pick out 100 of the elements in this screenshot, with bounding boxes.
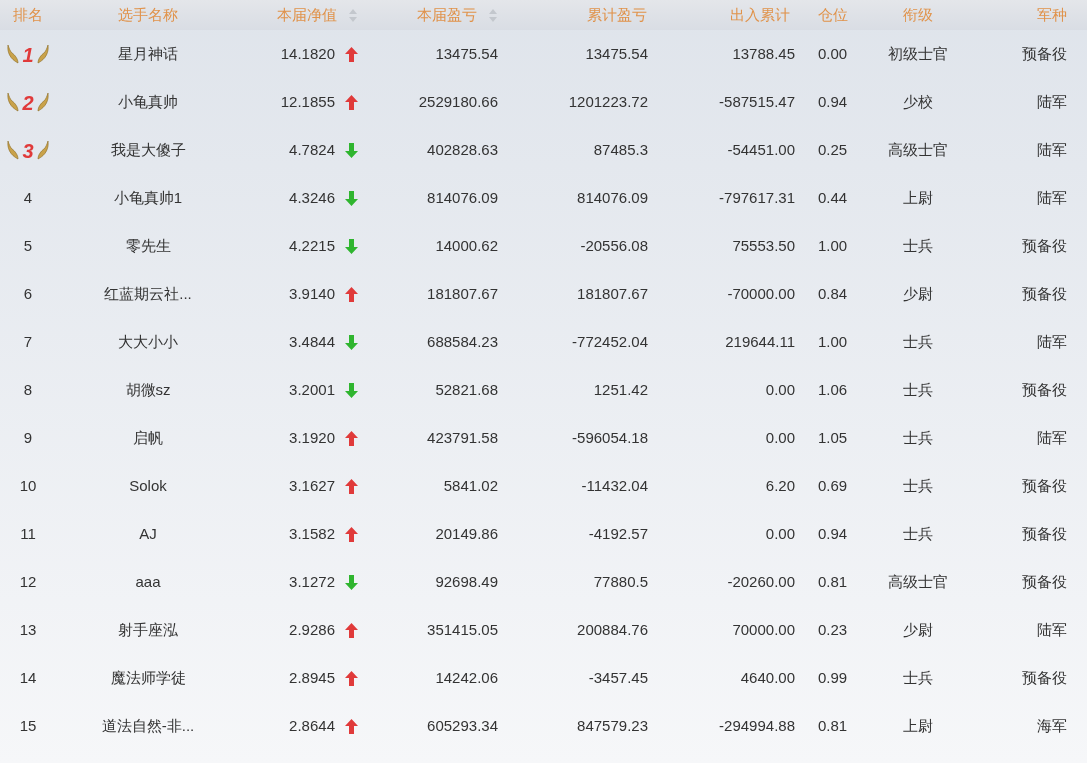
player-name[interactable]: 星月神话 <box>118 42 178 66</box>
rank-number: 13 <box>19 619 37 640</box>
table-cell-text: 0.84 <box>817 283 848 304</box>
table-cell-text: 688584.23 <box>427 331 498 352</box>
table-cell-text: 1.05 <box>817 427 848 448</box>
player-name[interactable]: aaa <box>135 570 161 594</box>
table-cell-text: -587515.47 <box>719 91 795 112</box>
player-name[interactable]: 小龟真帅1 <box>113 186 183 210</box>
table-cell-text: 预备役 <box>1022 283 1067 304</box>
wing-icon <box>35 139 50 161</box>
player-name[interactable]: 启帆 <box>133 426 163 450</box>
player-name[interactable]: 魔法师学徒 <box>110 666 186 690</box>
table-cell-text: 0.81 <box>817 571 848 592</box>
table-cell-text: 219644.11 <box>725 331 795 352</box>
table-cell-text: 预备役 <box>1022 475 1067 496</box>
table-cell-text: 1251.42 <box>593 379 648 400</box>
table-cell-text: 陆军 <box>1037 331 1067 352</box>
rank-number: 11 <box>20 523 36 544</box>
table-cell-text: -797617.31 <box>719 187 795 208</box>
table-cell-text: 士兵 <box>902 331 933 352</box>
rank-number: 5 <box>23 235 33 256</box>
player-name[interactable]: 道法自然-非... <box>101 714 195 738</box>
table-cell-text: -54451.00 <box>727 139 795 160</box>
table-cell-text: -772452.04 <box>572 331 648 352</box>
wing-icon <box>6 43 21 65</box>
wing-icon <box>6 91 21 113</box>
table-cell-text: 上尉 <box>902 715 933 736</box>
rank-number: 10 <box>19 475 37 496</box>
table-cell-text: 847579.23 <box>577 715 648 736</box>
table-cell-text: 陆军 <box>1037 427 1067 448</box>
table-cell-text: 预备役 <box>1022 379 1067 400</box>
table-cell-text: 0.81 <box>817 715 848 736</box>
table-cell-text: 181807.67 <box>427 283 498 304</box>
table-cell-text: 6.20 <box>765 475 795 496</box>
column-header: 排名 <box>13 4 43 25</box>
table-cell-text: 3.2001 <box>289 379 335 400</box>
table-cell-text: 士兵 <box>902 523 933 544</box>
player-name[interactable]: Solok <box>129 474 167 498</box>
table-cell-text: 0.23 <box>817 619 848 640</box>
player-name[interactable]: 小龟真帅 <box>118 90 178 114</box>
table-cell-text: -11432.04 <box>581 475 648 496</box>
table-cell-text: 海军 <box>1037 715 1067 736</box>
table-cell-text: 预备役 <box>1022 43 1067 64</box>
wing-icon <box>35 43 50 65</box>
rank-number: 7 <box>23 331 33 352</box>
rank-number: 12 <box>19 571 37 592</box>
table-cell-text: -20260.00 <box>727 571 795 592</box>
table-cell-text: 高级士官 <box>887 571 948 592</box>
rank-number: 9 <box>23 427 33 448</box>
player-name[interactable]: 射手座泓 <box>118 618 178 642</box>
rank-number: 4 <box>23 187 33 208</box>
table-cell-text: 上尉 <box>902 187 933 208</box>
table-cell-text: 3.1920 <box>289 427 335 448</box>
table-cell-text: 3.1272 <box>289 571 335 592</box>
table-cell-text: 1.00 <box>817 331 848 352</box>
player-name[interactable]: 胡微sz <box>125 378 171 402</box>
table-cell-text: -596054.18 <box>572 427 648 448</box>
table-cell-text: 423791.58 <box>427 427 498 448</box>
table-cell-text: 20149.86 <box>435 523 498 544</box>
column-header: 军种 <box>1037 4 1067 25</box>
table-cell-text: 4.3246 <box>289 187 335 208</box>
table-cell-text: 0.94 <box>817 91 848 112</box>
table-cell-text: 13475.54 <box>435 43 498 64</box>
wing-icon <box>6 139 21 161</box>
table-cell-text: 14.1820 <box>280 43 335 64</box>
table-cell-text: 士兵 <box>902 427 933 448</box>
sort-icon[interactable] <box>349 8 357 22</box>
rank-number: 8 <box>23 379 33 400</box>
table-cell-text: 3.9140 <box>289 283 335 304</box>
table-cell-text: 0.94 <box>817 523 848 544</box>
table-cell-text: 3.4844 <box>289 331 335 352</box>
table-cell-text: 402828.63 <box>427 139 498 160</box>
rank-medal: 2 <box>6 91 50 113</box>
player-name[interactable]: AJ <box>139 522 157 546</box>
table-cell-text: 75553.50 <box>732 235 795 256</box>
table-cell-text: 预备役 <box>1022 571 1067 592</box>
table-cell-text: 351415.05 <box>427 619 498 640</box>
player-name[interactable]: 大大小小 <box>118 330 178 354</box>
table-cell-text: 200884.76 <box>577 619 648 640</box>
table-cell-text: 14242.06 <box>435 667 498 688</box>
table-cell-text: 1.06 <box>817 379 848 400</box>
column-header: 衔级 <box>902 4 933 25</box>
table-cell-text: -3457.45 <box>588 667 648 688</box>
table-cell-text: 14000.62 <box>435 235 498 256</box>
sort-icon[interactable] <box>489 8 497 22</box>
table-cell-text: 1.00 <box>817 235 848 256</box>
player-name[interactable]: 我是大傻子 <box>110 138 186 162</box>
table-cell-text: -70000.00 <box>727 283 795 304</box>
table-cell-text: 2529180.66 <box>418 91 498 112</box>
table-cell-text: 少尉 <box>902 283 933 304</box>
player-name[interactable]: 零先生 <box>125 234 171 258</box>
wing-icon <box>35 91 50 113</box>
table-cell-text: -20556.08 <box>580 235 648 256</box>
player-name[interactable]: 红蓝期云社... <box>104 282 192 306</box>
table-cell-text: 92698.49 <box>435 571 498 592</box>
table-cell-text: 4640.00 <box>740 667 795 688</box>
column-header: 出入累计 <box>730 4 790 25</box>
table-cell-text: 12.1855 <box>280 91 335 112</box>
column-header: 仓位 <box>817 4 848 25</box>
table-cell-text: 预备役 <box>1022 235 1067 256</box>
